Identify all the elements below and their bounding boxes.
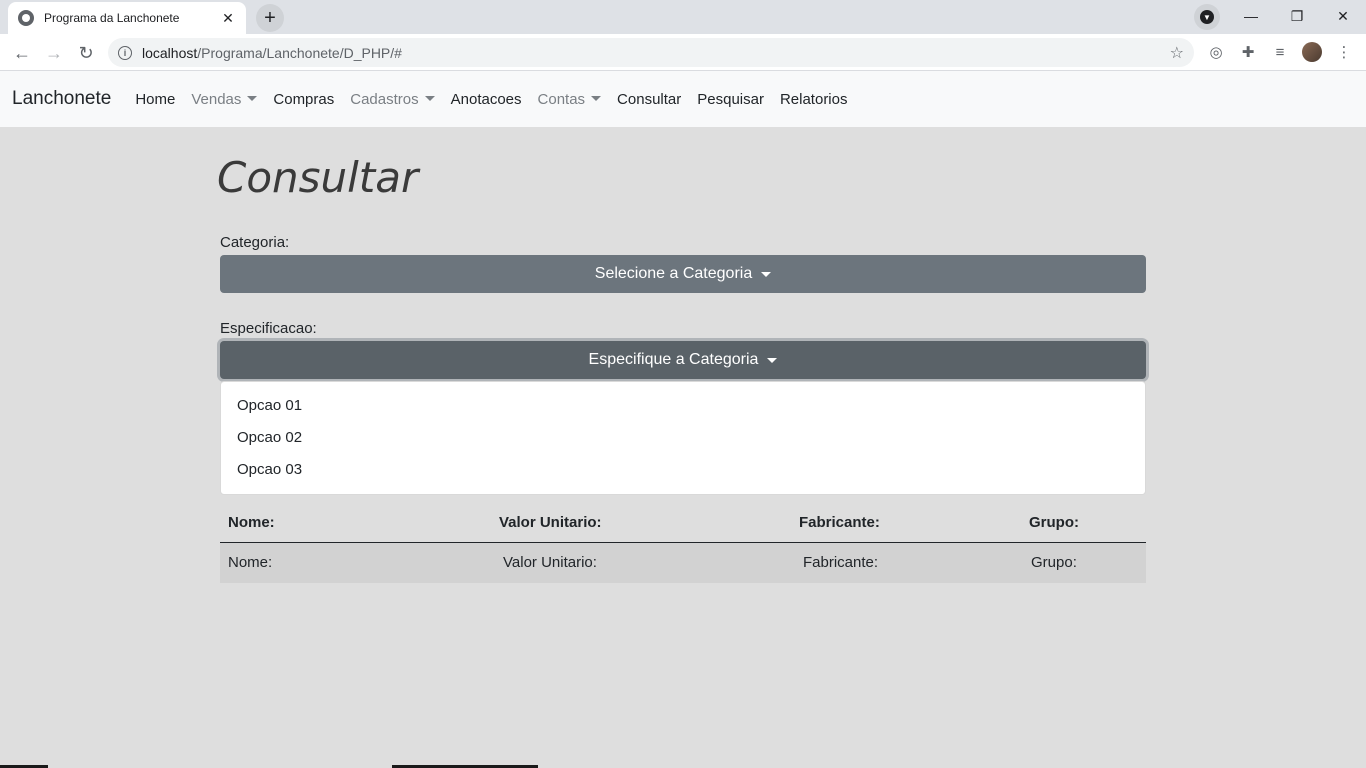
especificacao-dropdown-button[interactable]: Especifique a Categoria <box>220 341 1146 379</box>
puzzle-extensions-icon[interactable]: ✚ <box>1238 42 1258 62</box>
url-host: localhost <box>142 44 198 61</box>
tab-title: Programa da Lanchonete <box>44 11 180 25</box>
nav-relatorios-label: Relatorios <box>779 90 848 108</box>
especificacao-button-label: Especifique a Categoria <box>588 351 759 368</box>
page-title: Consultar <box>217 153 419 202</box>
restore-button[interactable]: ❐ <box>1274 0 1320 32</box>
url-path: /Programa/Lanchonete/D_PHP/# <box>197 44 402 61</box>
nav-vendas-dropdown[interactable]: Vendas <box>183 91 265 108</box>
cell-nome: Nome: <box>220 542 491 583</box>
browser-tabstrip: Programa da Lanchonete ✕ + ▼ — ❐ ✕ <box>0 0 1366 34</box>
nav-compras[interactable]: Compras <box>265 91 342 108</box>
close-window-button[interactable]: ✕ <box>1320 0 1366 32</box>
navbar-brand[interactable]: Lanchonete <box>12 88 111 110</box>
forward-arrow-icon[interactable]: → <box>41 40 67 66</box>
nav-pesquisar[interactable]: Pesquisar <box>689 91 772 108</box>
results-table: Nome: Valor Unitario: Fabricante: Grupo:… <box>220 503 1146 583</box>
caret-down-icon <box>591 95 602 101</box>
nav-consultar-label: Consultar <box>617 90 682 108</box>
caret-down-icon <box>761 271 772 277</box>
categoria-label: Categoria: <box>220 234 290 251</box>
nav-anotacoes-label: Anotacoes <box>450 90 522 108</box>
nav-pesquisar-label: Pesquisar <box>697 90 764 108</box>
nav-contas-dropdown[interactable]: Contas <box>530 91 610 108</box>
header-fabricante: Fabricante: <box>791 503 1021 543</box>
address-bar[interactable]: i localhost/Programa/Lanchonete/D_PHP/# … <box>108 38 1194 67</box>
new-tab-button[interactable]: + <box>256 4 284 32</box>
kebab-menu-icon[interactable]: ⋮ <box>1334 42 1354 62</box>
tab-search-button[interactable]: ▼ <box>1194 4 1220 30</box>
close-tab-icon[interactable]: ✕ <box>220 10 236 27</box>
table-row: Nome: Valor Unitario: Fabricante: Grupo: <box>220 542 1146 583</box>
nav-cadastros-label: Cadastros <box>350 90 419 108</box>
caret-down-icon <box>767 357 778 363</box>
info-icon[interactable]: i <box>118 45 132 60</box>
cell-valor-unitario: Valor Unitario: <box>491 542 791 583</box>
reload-icon[interactable]: ↻ <box>73 40 99 66</box>
back-arrow-icon[interactable]: ← <box>9 40 35 66</box>
cell-grupo: Grupo: <box>1021 542 1146 583</box>
browser-tab[interactable]: Programa da Lanchonete ✕ <box>8 2 246 34</box>
cell-fabricante: Fabricante: <box>791 542 1021 583</box>
nav-home[interactable]: Home <box>127 91 183 108</box>
chevron-down-icon: ▼ <box>1200 10 1214 24</box>
header-valor-unitario: Valor Unitario: <box>491 503 791 543</box>
categoria-dropdown-button[interactable]: Selecione a Categoria <box>220 255 1146 293</box>
globe-icon <box>18 10 34 26</box>
header-grupo: Grupo: <box>1021 503 1146 543</box>
url-text[interactable]: localhost/Programa/Lanchonete/D_PHP/# <box>142 45 402 61</box>
table-header-row: Nome: Valor Unitario: Fabricante: Grupo: <box>220 503 1146 543</box>
site-navbar: Lanchonete Home Vendas Compras Cadastros… <box>0 71 1366 127</box>
nav-relatorios[interactable]: Relatorios <box>772 91 856 108</box>
especificacao-label: Especificacao: <box>220 320 317 337</box>
nav-contas-label: Contas <box>537 90 586 108</box>
dropdown-item-opcao-03[interactable]: Opcao 03 <box>221 454 1145 486</box>
nav-home-label: Home <box>135 90 176 108</box>
nav-anotacoes[interactable]: Anotacoes <box>443 91 530 108</box>
nav-consultar[interactable]: Consultar <box>609 91 689 108</box>
categoria-button-label: Selecione a Categoria <box>594 265 753 282</box>
browser-toolbar: ← → ↻ i localhost/Programa/Lanchonete/D_… <box>0 34 1366 71</box>
dropdown-item-opcao-02[interactable]: Opcao 02 <box>221 422 1145 454</box>
dropdown-item-opcao-01[interactable]: Opcao 01 <box>221 390 1145 422</box>
caret-down-icon <box>424 95 435 101</box>
caret-down-icon <box>247 95 258 101</box>
especificacao-dropdown-menu: Opcao 01 Opcao 02 Opcao 03 <box>220 381 1146 495</box>
extension-compass-icon[interactable]: ◎ <box>1206 42 1226 62</box>
header-nome: Nome: <box>220 503 491 543</box>
media-queue-icon[interactable]: ≡ <box>1270 42 1290 62</box>
nav-compras-label: Compras <box>273 90 335 108</box>
bookmark-star-icon[interactable]: ☆ <box>1170 43 1184 63</box>
profile-avatar[interactable] <box>1302 42 1322 62</box>
minimize-button[interactable]: — <box>1228 0 1274 32</box>
nav-vendas-label: Vendas <box>191 90 242 108</box>
nav-cadastros-dropdown[interactable]: Cadastros <box>342 91 442 108</box>
